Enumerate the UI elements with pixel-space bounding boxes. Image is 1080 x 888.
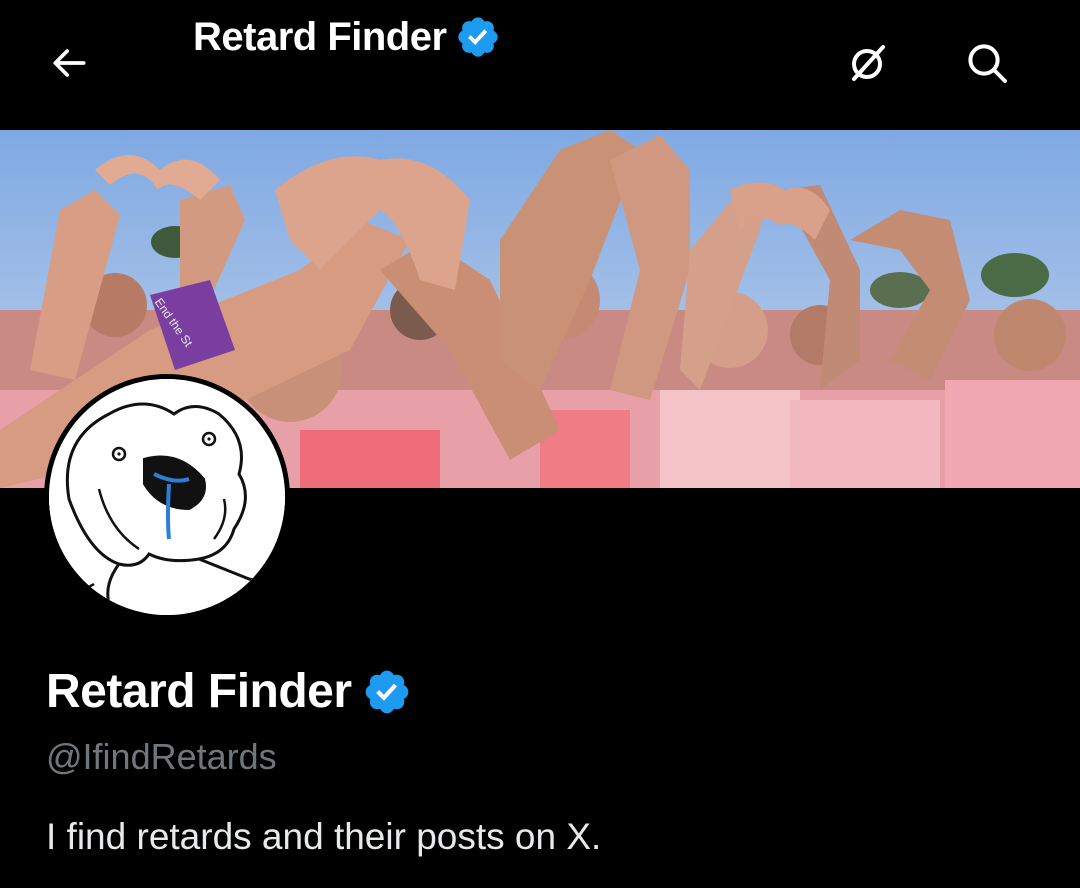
avatar-image <box>49 379 285 615</box>
profile-page: Retard Finder End the St Retard Finder @… <box>0 0 1080 888</box>
verified-badge-icon[interactable] <box>362 667 412 717</box>
verified-badge-icon <box>457 17 498 57</box>
profile-bio: I find retards and their posts on X. <box>46 816 602 857</box>
header-title-text: Retard Finder <box>193 14 447 59</box>
search-icon <box>968 44 1007 83</box>
profile-avatar[interactable] <box>44 374 290 620</box>
display-name-text: Retard Finder <box>46 665 352 718</box>
header-title: Retard Finder <box>193 14 501 60</box>
profile-display-name: Retard Finder <box>46 664 412 719</box>
back-button[interactable] <box>46 40 92 86</box>
arrow-left-icon <box>53 49 86 77</box>
avatar-drawing <box>49 379 285 615</box>
top-bar: Retard Finder <box>0 0 1080 130</box>
profile-handle: @IfindRetards <box>46 736 277 777</box>
search-button[interactable] <box>962 38 1012 88</box>
grok-button[interactable] <box>843 38 893 88</box>
grok-icon <box>852 45 885 81</box>
